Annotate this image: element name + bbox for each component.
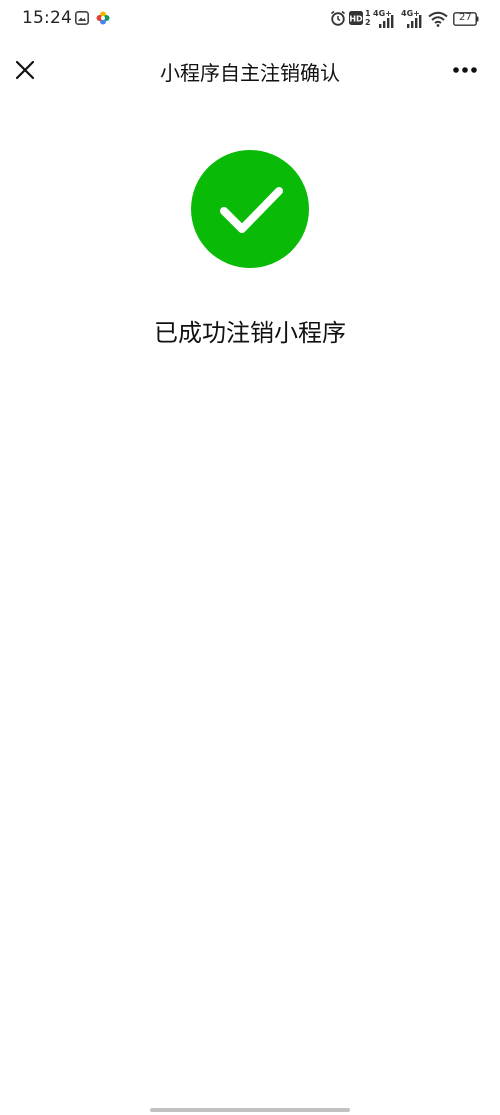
svg-text:HD: HD [349, 15, 363, 24]
hd-sub2-label: 2 [365, 18, 371, 27]
battery-level: 27 [459, 12, 472, 23]
page-title: 小程序自主注销确认 [160, 61, 340, 85]
success-message: 已成功注销小程序 [154, 319, 346, 347]
hd-sub-label: 1 [365, 9, 371, 18]
close-icon [15, 60, 35, 80]
home-indicator[interactable] [150, 1108, 350, 1112]
nav-bar: 小程序自主注销确认 [0, 40, 500, 100]
status-time: 15:24 [22, 8, 72, 28]
more-icon [453, 67, 477, 73]
gallery-icon [75, 11, 89, 25]
close-button[interactable] [10, 55, 40, 85]
network-label-1: 4G+ [373, 9, 392, 18]
wifi-icon [428, 11, 448, 27]
more-button[interactable] [448, 55, 482, 85]
status-bar: 15:24 HD 1 2 4G+ 4G+ 27 [0, 0, 500, 40]
success-check-icon [191, 150, 309, 268]
network-label-2: 4G+ [401, 9, 420, 18]
alarm-icon [331, 10, 345, 26]
colorful-app-icon [96, 11, 110, 25]
